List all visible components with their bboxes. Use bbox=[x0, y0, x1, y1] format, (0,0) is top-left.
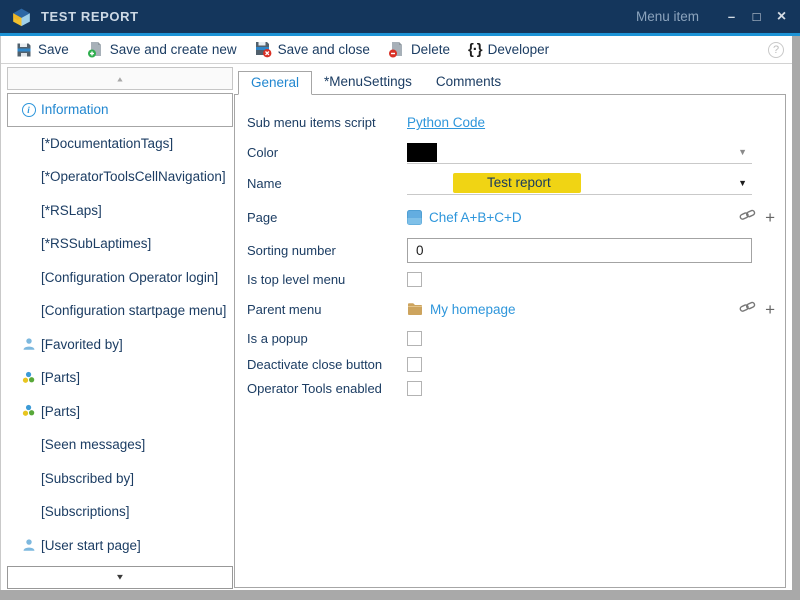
form-row-color: Color ▼ bbox=[247, 137, 785, 168]
link-icon[interactable] bbox=[739, 208, 756, 227]
sidebar-item-information[interactable]: i Information bbox=[7, 93, 233, 127]
field-label: Operator Tools enabled bbox=[247, 381, 407, 396]
name-dropdown-field[interactable]: Test report ▼ bbox=[407, 172, 752, 195]
form-row-operator-tools-enabled: Operator Tools enabled bbox=[247, 376, 785, 400]
sidebar-item-rssublaptimes[interactable]: [*RSSubLaptimes] bbox=[7, 227, 233, 261]
person-icon bbox=[20, 537, 37, 553]
save-create-new-icon bbox=[87, 41, 104, 58]
form-row-is-top-level-menu: Is top level menu bbox=[247, 266, 785, 293]
field-label: Deactivate close button bbox=[247, 357, 407, 372]
name-value-highlighted: Test report bbox=[453, 173, 581, 193]
window-client-area: Save Save and create new bbox=[0, 36, 792, 590]
form-row-parent-menu: Parent menu My homepage + bbox=[247, 293, 785, 325]
sidebar-dropdown[interactable]: ▼ bbox=[7, 566, 233, 589]
tab-bar: General *MenuSettings Comments bbox=[234, 71, 786, 94]
sidebar-scroll-up-button[interactable]: ▲ bbox=[7, 67, 233, 90]
page-icon bbox=[407, 210, 422, 225]
form-row-page: Page Chef A+B+C+D + bbox=[247, 199, 785, 235]
save-and-create-new-button[interactable]: Save and create new bbox=[78, 39, 246, 60]
tab-general[interactable]: General bbox=[238, 71, 312, 95]
sidebar-item-parts-1[interactable]: [Parts] bbox=[7, 361, 233, 395]
deactivate-close-button-checkbox[interactable] bbox=[407, 357, 422, 372]
python-code-link[interactable]: Python Code bbox=[407, 115, 485, 130]
main-panel: General *MenuSettings Comments Sub menu … bbox=[234, 71, 786, 588]
form-row-is-a-popup: Is a popup bbox=[247, 325, 785, 352]
developer-icon: {·} bbox=[468, 41, 482, 58]
chevron-down-icon[interactable]: ▼ bbox=[738, 178, 747, 188]
sidebar-item-favorited-by[interactable]: [Favorited by] bbox=[7, 328, 233, 362]
parts-icon bbox=[20, 403, 37, 419]
folder-icon bbox=[407, 302, 423, 316]
minimize-icon[interactable]: – bbox=[719, 5, 744, 29]
link-icon[interactable] bbox=[739, 300, 756, 319]
operator-tools-enabled-checkbox[interactable] bbox=[407, 381, 422, 396]
tab-comments[interactable]: Comments bbox=[424, 71, 513, 94]
chevron-down-icon: ▼ bbox=[115, 573, 125, 582]
field-label: Name bbox=[247, 176, 407, 191]
is-top-level-menu-checkbox[interactable] bbox=[407, 272, 422, 287]
form-row-deactivate-close-button: Deactivate close button bbox=[247, 352, 785, 376]
field-label: Color bbox=[247, 145, 407, 160]
field-label: Page bbox=[247, 210, 407, 225]
scroll-up-icon: ▲ bbox=[116, 75, 125, 83]
field-label: Is top level menu bbox=[247, 272, 407, 287]
window-title: TEST REPORT bbox=[41, 9, 139, 24]
field-label: Sorting number bbox=[247, 243, 407, 258]
save-close-icon bbox=[255, 41, 272, 58]
tab-content-general: Sub menu items script Python Code Color … bbox=[234, 94, 786, 588]
sidebar: ▲ i Information [*DocumentationTags] [*O… bbox=[7, 67, 233, 589]
parent-menu-link[interactable]: My homepage bbox=[430, 302, 516, 317]
developer-button[interactable]: {·} Developer bbox=[459, 39, 558, 60]
save-icon bbox=[16, 42, 32, 58]
sidebar-item-configuration-startpage-menu[interactable]: [Configuration startpage menu] bbox=[7, 294, 233, 328]
tab-menusettings[interactable]: *MenuSettings bbox=[312, 71, 424, 94]
form-row-sub-menu-items-script: Sub menu items script Python Code bbox=[247, 108, 785, 137]
color-swatch bbox=[407, 143, 437, 162]
parts-icon bbox=[20, 370, 37, 386]
toolbar: Save Save and create new bbox=[1, 36, 792, 64]
help-icon[interactable]: ? bbox=[768, 42, 784, 58]
form-row-sorting-number: Sorting number bbox=[247, 235, 785, 266]
maximize-icon[interactable]: □ bbox=[744, 5, 769, 29]
delete-button[interactable]: Delete bbox=[379, 39, 459, 60]
context-type-label: Menu item bbox=[636, 9, 699, 24]
sidebar-item-subscriptions[interactable]: [Subscriptions] bbox=[7, 495, 233, 529]
add-icon[interactable]: + bbox=[765, 301, 775, 318]
sidebar-item-configuration-operator-login[interactable]: [Configuration Operator login] bbox=[7, 261, 233, 295]
sidebar-item-user-start-page[interactable]: [User start page] bbox=[7, 529, 233, 563]
app-logo-icon bbox=[11, 7, 32, 27]
person-icon bbox=[20, 336, 37, 352]
sidebar-item-rslaps[interactable]: [*RSLaps] bbox=[7, 194, 233, 228]
save-and-close-button[interactable]: Save and close bbox=[246, 39, 379, 60]
titlebar: TEST REPORT Menu item – □ × bbox=[0, 0, 800, 33]
page-link[interactable]: Chef A+B+C+D bbox=[429, 210, 522, 225]
color-dropdown-field[interactable]: ▼ bbox=[407, 141, 752, 164]
add-icon[interactable]: + bbox=[765, 209, 775, 226]
sidebar-item-seen-messages[interactable]: [Seen messages] bbox=[7, 428, 233, 462]
is-a-popup-checkbox[interactable] bbox=[407, 331, 422, 346]
field-label: Sub menu items script bbox=[247, 115, 407, 130]
info-icon: i bbox=[20, 102, 37, 118]
close-icon[interactable]: × bbox=[769, 5, 794, 29]
sidebar-item-operatortoolscellnavigation[interactable]: [*OperatorToolsCellNavigation] bbox=[7, 160, 233, 194]
field-label: Parent menu bbox=[247, 302, 407, 317]
app-window: TEST REPORT Menu item – □ × Save bbox=[0, 0, 800, 600]
chevron-down-icon[interactable]: ▼ bbox=[738, 147, 747, 157]
delete-icon bbox=[388, 41, 405, 58]
save-button[interactable]: Save bbox=[7, 40, 78, 60]
sidebar-list: i Information [*DocumentationTags] [*Ope… bbox=[7, 93, 233, 562]
sorting-number-input[interactable] bbox=[407, 238, 752, 263]
field-label: Is a popup bbox=[247, 331, 407, 346]
form-row-name: Name Test report ▼ bbox=[247, 168, 785, 199]
sidebar-item-parts-2[interactable]: [Parts] bbox=[7, 395, 233, 429]
sidebar-item-subscribed-by[interactable]: [Subscribed by] bbox=[7, 462, 233, 496]
sidebar-item-documentationtags[interactable]: [*DocumentationTags] bbox=[7, 127, 233, 161]
